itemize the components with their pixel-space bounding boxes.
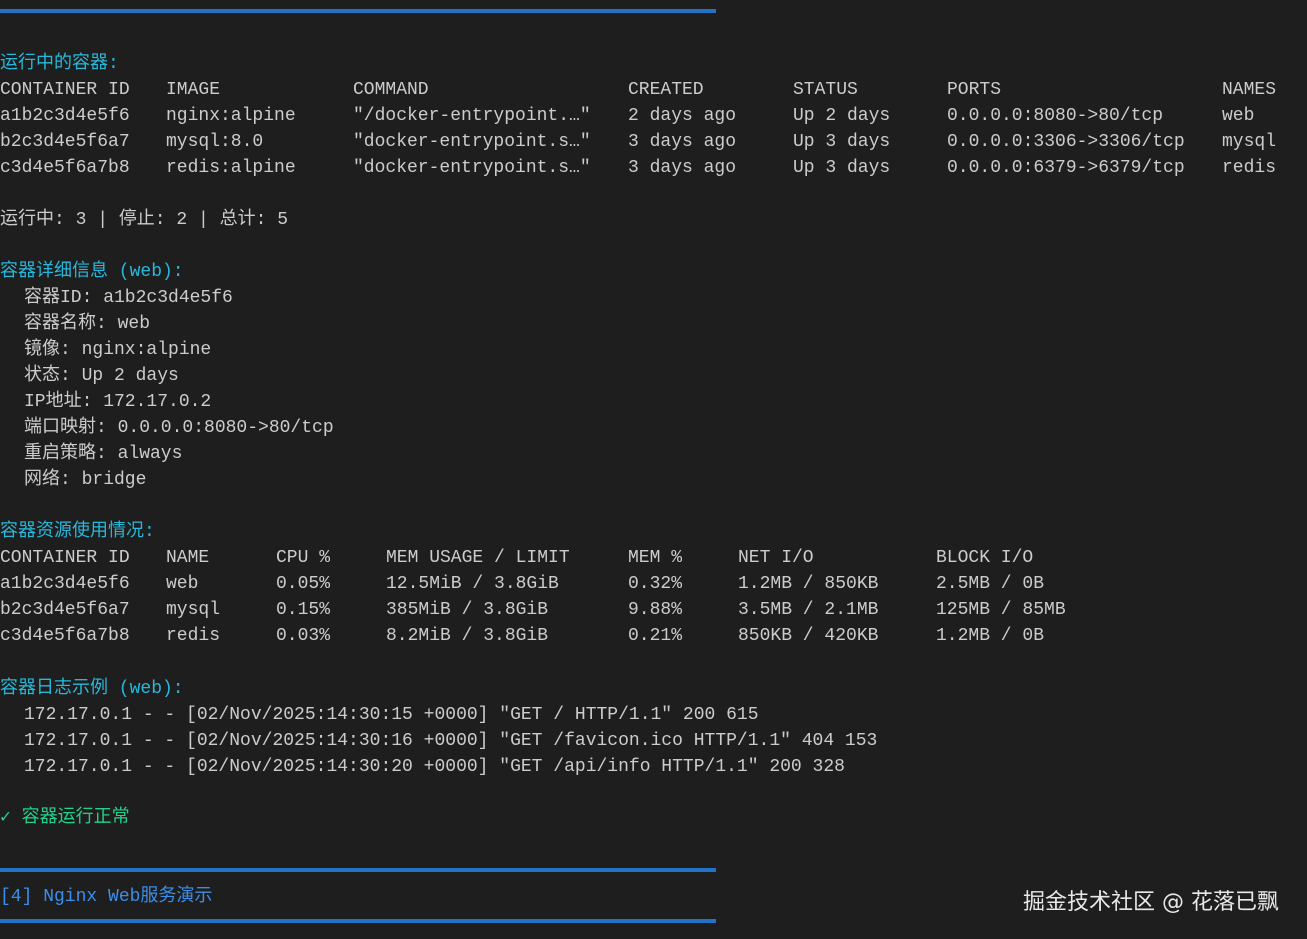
table-cell: redis:alpine [166,158,296,178]
table-cell: NAME [166,548,210,568]
table-row: b2c3d4e5f6a7 mysql 0.15% 385MiB / 3.8GiB 9.8… [0,597,1307,623]
table-cell: "/docker-entrypoint.…" [353,106,591,126]
table-cell: 2.5MB / 0B [936,574,1045,594]
table-cell: 2 days ago [628,106,737,126]
divider [0,868,716,872]
divider [0,919,716,923]
table-cell: Up 3 days [793,158,891,178]
summary: 运行中: 3 | 停止: 2 | 总计: 5 [0,210,289,230]
table-cell: BLOCK I/O [936,548,1034,568]
table-cell: "docker-entrypoint.s…" [353,132,591,152]
table-cell: nginx:alpine [166,106,296,126]
table-cell: NAMES [1222,80,1277,100]
detail-line: 网络: bridge [24,470,147,490]
table-cell: redis [1222,158,1277,178]
table-row: a1b2c3d4e5f6 web 0.05% 12.5MiB / 3.8GiB 0.32… [0,571,1307,597]
table-cell: 3 days ago [628,158,737,178]
table-cell: 0.03% [276,626,331,646]
detail-title: 容器详细信息 (web): [0,262,184,282]
table-cell: 125MB / 85MB [936,600,1066,620]
table-row: a1b2c3d4e5f6 nginx:alpine "/docker-entrypo… [0,103,1307,129]
table-header: CONTAINER ID IMAGE COMMAND CREATED STATUS POR… [0,77,1307,103]
detail-line: 镜像: nginx:alpine [24,340,212,360]
table-cell: CREATED [628,80,704,100]
table-cell: 0.15% [276,600,331,620]
table-cell: 8.2MiB / 3.8GiB [386,626,549,646]
table-cell: MEM USAGE / LIMIT [386,548,570,568]
table-cell: web [1222,106,1255,126]
section-title: [4] Nginx Web服务演示 [0,887,213,907]
watermark: 掘金技术社区 @ 花落已飘 [1023,890,1279,915]
table-cell: COMMAND [353,80,429,100]
table-cell: 0.21% [628,626,683,646]
table-row: c3d4e5f6a7b8 redis:alpine "docker-entrypoi… [0,155,1307,181]
table-cell: mysql:8.0 [166,132,264,152]
detail-line: 容器ID: a1b2c3d4e5f6 [24,288,233,308]
table-cell: 0.0.0.0:3306->3306/tcp [947,132,1185,152]
table-cell: CONTAINER ID [0,80,130,100]
table-cell: IMAGE [166,80,221,100]
table-cell: 850KB / 420KB [738,626,879,646]
table-header: CONTAINER ID NAME CPU % MEM USAGE / LIMIT ME… [0,545,1307,571]
table-cell: b2c3d4e5f6a7 [0,600,130,620]
status-ok: ✓ 容器运行正常 [0,808,130,828]
table-cell: 0.32% [628,574,683,594]
logs-title: 容器日志示例 (web): [0,679,184,699]
detail-line: 重启策略: always [24,444,183,464]
table-cell: a1b2c3d4e5f6 [0,106,130,126]
table-cell: 0.0.0.0:8080->80/tcp [947,106,1164,126]
table-cell: 0.0.0.0:6379->6379/tcp [947,158,1185,178]
table-cell: 0.05% [276,574,331,594]
table-cell: Up 2 days [793,106,891,126]
table-cell: mysql [1222,132,1277,152]
table-cell: c3d4e5f6a7b8 [0,626,130,646]
table-cell: "docker-entrypoint.s…" [353,158,591,178]
table-cell: 3 days ago [628,132,737,152]
table-cell: STATUS [793,80,858,100]
table-cell: 3.5MB / 2.1MB [738,600,879,620]
detail-line: IP地址: 172.17.0.2 [24,392,212,412]
table-cell: 1.2MB / 850KB [738,574,879,594]
detail-line: 状态: Up 2 days [24,366,179,386]
table-cell: CONTAINER ID [0,548,130,568]
table-row: c3d4e5f6a7b8 redis 0.03% 8.2MiB / 3.8GiB 0.2… [0,623,1307,649]
log-line: 172.17.0.1 - - [02/Nov/2025:14:30:20 +00… [24,757,845,777]
table-cell: 9.88% [628,600,683,620]
divider-top [0,9,716,13]
running-title: 运行中的容器: [0,54,119,74]
table-cell: c3d4e5f6a7b8 [0,158,130,178]
log-line: 172.17.0.1 - - [02/Nov/2025:14:30:15 +00… [24,705,759,725]
table-cell: NET I/O [738,548,814,568]
table-cell: mysql [166,600,221,620]
detail-line: 容器名称: web [24,314,151,334]
table-cell: a1b2c3d4e5f6 [0,574,130,594]
stats-title: 容器资源使用情况: [0,522,155,542]
table-cell: MEM % [628,548,683,568]
table-cell: CPU % [276,548,331,568]
table-cell: 12.5MiB / 3.8GiB [386,574,559,594]
table-cell: Up 3 days [793,132,891,152]
table-cell: 1.2MB / 0B [936,626,1045,646]
detail-line: 端口映射: 0.0.0.0:8080->80/tcp [24,418,334,438]
table-cell: web [166,574,199,594]
log-line: 172.17.0.1 - - [02/Nov/2025:14:30:16 +00… [24,731,878,751]
table-cell: 385MiB / 3.8GiB [386,600,549,620]
table-row: b2c3d4e5f6a7 mysql:8.0 "docker-entrypoint.… [0,129,1307,155]
table-cell: redis [166,626,221,646]
table-cell: b2c3d4e5f6a7 [0,132,130,152]
table-cell: PORTS [947,80,1002,100]
